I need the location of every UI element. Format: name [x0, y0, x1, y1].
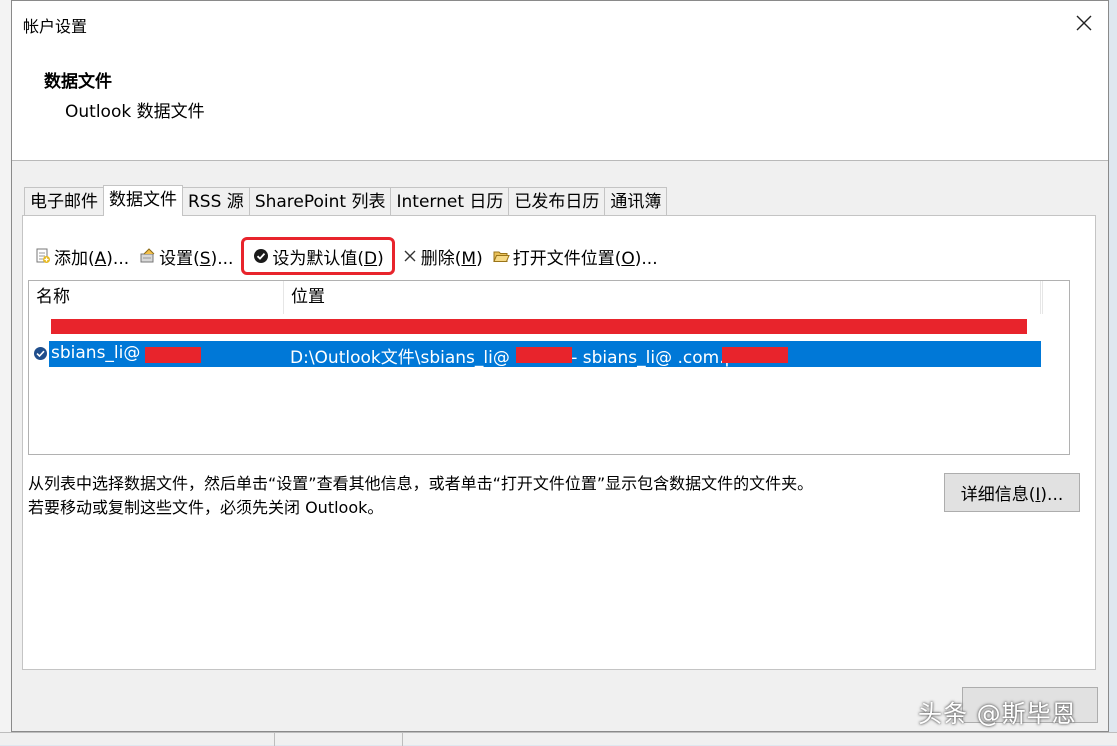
header-divider	[1042, 281, 1043, 314]
details-label: 详细信息(I)...	[960, 485, 1064, 505]
background-separator	[402, 733, 403, 746]
data-files-panel: 添加(A)... 设置(S)... 设为默认值(D) 删除(M) 打开文件位置(…	[22, 215, 1096, 670]
open-file-location-label: 打开文件位置(O)...	[512, 248, 658, 269]
add-label: 添加(A)...	[54, 248, 130, 269]
tab-published-calendars[interactable]: 已发布日历	[508, 187, 606, 216]
list-item-redacted[interactable]	[29, 311, 1041, 337]
settings-label: 设置(S)...	[159, 248, 234, 269]
list-header: 名称 位置	[29, 281, 1069, 314]
remove-label: 删除(M)	[420, 248, 483, 269]
set-default-label: 设为默认值(D)	[272, 248, 384, 269]
close-button[interactable]	[1068, 7, 1100, 39]
redaction-mask	[722, 347, 788, 363]
data-file-list[interactable]: 名称 位置 sbians_li@ .com D:\Outlook文件\sbian…	[28, 280, 1070, 455]
column-header-name[interactable]: 名称	[29, 281, 284, 314]
settings-button[interactable]: 设置(S)...	[136, 242, 236, 270]
open-file-location-button[interactable]: 打开文件位置(O)...	[490, 242, 661, 270]
remove-button[interactable]: 删除(M)	[398, 242, 486, 270]
tab-internet-calendars[interactable]: Internet 日历	[390, 187, 510, 216]
check-circle-icon	[252, 247, 270, 265]
close-icon	[1076, 15, 1092, 31]
toolbar: 添加(A)... 设置(S)... 设为默认值(D) 删除(M) 打开文件位置(…	[31, 237, 665, 275]
redaction-bar	[51, 319, 1027, 334]
dialog-header: 数据文件 Outlook 数据文件	[12, 45, 1108, 161]
redaction-mask	[516, 347, 572, 363]
add-file-icon	[34, 247, 52, 265]
window-title: 帐户设置	[23, 17, 88, 36]
add-button[interactable]: 添加(A)...	[31, 242, 132, 270]
background-separator	[274, 733, 275, 746]
tab-address-books[interactable]: 通讯簿	[604, 187, 668, 216]
column-header-location[interactable]: 位置	[284, 281, 1041, 314]
remove-x-icon	[401, 247, 419, 265]
tab-data-files[interactable]: 数据文件	[103, 185, 183, 216]
background-window-bottom	[0, 732, 1117, 746]
help-text-line-2: 若要移动或复制这些文件，必须先关闭 Outlook。	[28, 498, 384, 517]
help-text-line-1: 从列表中选择数据文件，然后单击“设置”查看其他信息，或者单击“打开文件位置”显示…	[28, 474, 814, 493]
title-bar: 帐户设置	[12, 1, 1108, 45]
help-text: 从列表中选择数据文件，然后单击“设置”查看其他信息，或者单击“打开文件位置”显示…	[28, 472, 928, 520]
header-subtitle: Outlook 数据文件	[65, 102, 205, 122]
default-check-icon	[33, 346, 48, 366]
watermark-text: 头条 @斯毕恩	[918, 700, 1077, 728]
details-button[interactable]: 详细信息(I)...	[944, 473, 1080, 512]
redaction-mask	[145, 347, 201, 363]
tab-sharepoint-lists[interactable]: SharePoint 列表	[248, 187, 392, 216]
tab-email[interactable]: 电子邮件	[24, 187, 104, 216]
set-default-button[interactable]: 设为默认值(D)	[241, 237, 395, 275]
tab-rss-feeds[interactable]: RSS 源	[182, 187, 250, 216]
folder-open-icon	[493, 247, 511, 265]
header-title: 数据文件	[44, 72, 112, 92]
settings-icon	[139, 247, 157, 265]
tab-strip: 电子邮件 数据文件 RSS 源 SharePoint 列表 Internet 日…	[24, 185, 668, 216]
account-settings-dialog: 帐户设置 数据文件 Outlook 数据文件 电子邮件 数据文件 RSS 源 S…	[11, 0, 1109, 732]
